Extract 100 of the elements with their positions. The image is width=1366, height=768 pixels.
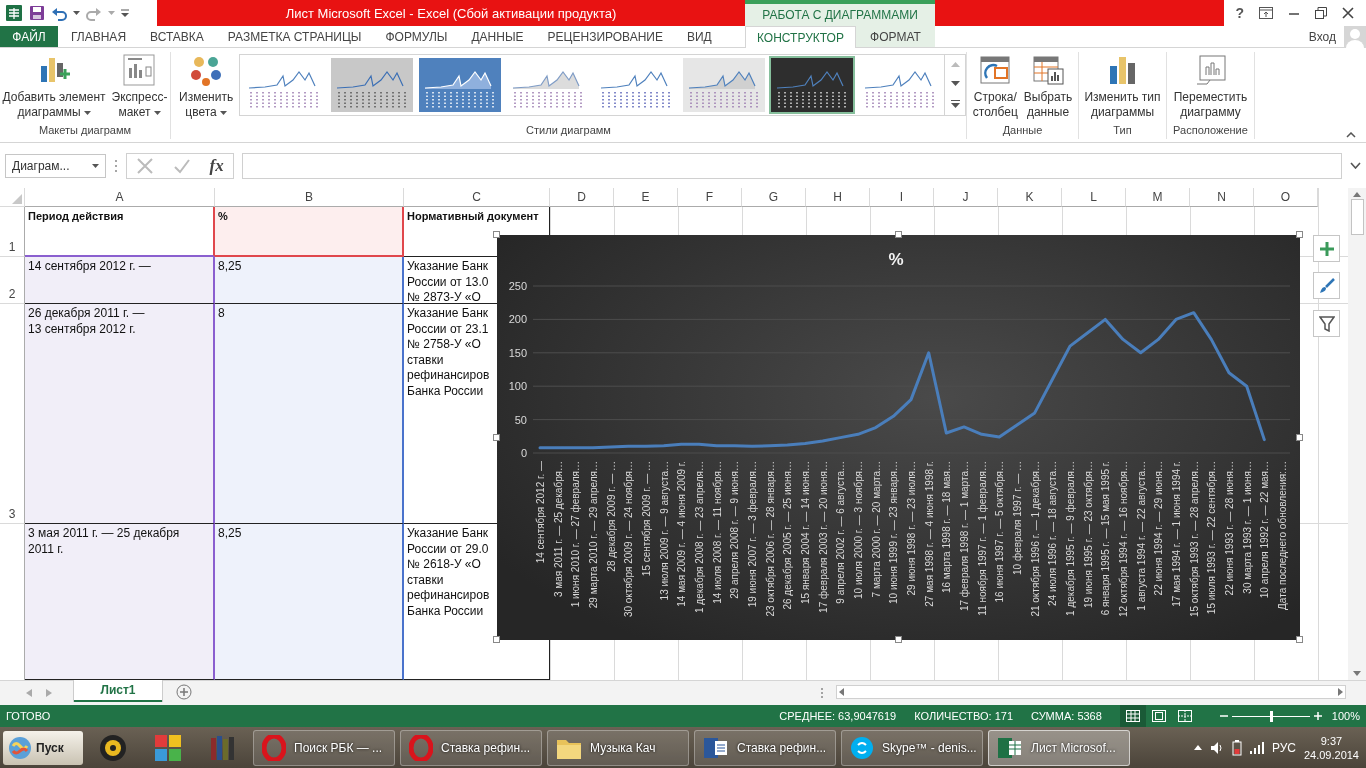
taskbar-button[interactable]: Skype™ - denis...	[841, 729, 983, 766]
name-box[interactable]: Диаграм...	[5, 153, 106, 178]
ribbon-button[interactable]: Добавить элемент диаграммы	[0, 52, 108, 122]
vertical-scrollbar[interactable]	[1348, 188, 1366, 680]
column-header[interactable]: B	[215, 188, 404, 207]
ribbon-tab[interactable]: РЕЦЕНЗИРОВАНИЕ	[536, 26, 674, 47]
column-header[interactable]: H	[806, 188, 870, 207]
scroll-down-icon[interactable]	[1353, 671, 1361, 676]
chart-area[interactable]	[497, 235, 1300, 640]
column-header[interactable]: O	[1254, 188, 1318, 207]
ribbon-button[interactable]: Переместить диаграмму	[1171, 52, 1250, 122]
ribbon-button[interactable]: Изменить тип диаграммы	[1082, 52, 1163, 122]
ribbon-tab[interactable]: ФОРМАТ	[855, 26, 935, 47]
resize-handle[interactable]	[894, 636, 902, 643]
ribbon-tab[interactable]: ГЛАВНАЯ	[60, 26, 138, 47]
column-header[interactable]: J	[934, 188, 998, 207]
show-hidden-icons-icon[interactable]	[1193, 745, 1202, 750]
zoom-out-icon[interactable]	[1219, 712, 1228, 720]
collapse-icon[interactable]	[1346, 132, 1356, 138]
scroll-right-icon[interactable]	[1338, 688, 1343, 696]
column-header[interactable]: I	[870, 188, 934, 207]
axis-label: 10 июля 2000 г. — 3 ноября…	[853, 461, 864, 599]
ribbon-button[interactable]: Строка/ столбец	[970, 52, 1020, 122]
resize-handle[interactable]	[1296, 636, 1303, 643]
add-sheet-icon[interactable]	[176, 684, 192, 700]
sign-in-link[interactable]: Вход	[1308, 29, 1336, 44]
speaker-icon[interactable]	[1209, 740, 1224, 755]
expand-icon[interactable]	[1350, 162, 1361, 169]
ribbon-tab[interactable]: ВСТАВКА	[139, 26, 215, 47]
resize-handle[interactable]	[493, 636, 500, 643]
resize-handle[interactable]	[1296, 231, 1303, 238]
clock-date[interactable]: 24.09.2014	[1303, 747, 1359, 762]
close-icon[interactable]	[1342, 7, 1355, 19]
save-icon[interactable]	[29, 5, 45, 21]
resize-handle[interactable]	[894, 231, 902, 238]
media-player-icon[interactable]	[98, 732, 128, 763]
chart-styles-button[interactable]	[1313, 272, 1340, 299]
axis-label: 14 мая 2009 г. — 4 июня 2009 г.	[676, 461, 688, 607]
chart-style-thumbnail[interactable]	[769, 56, 856, 114]
column-header[interactable]: K	[998, 188, 1062, 207]
taskbar-button[interactable]: Ставка рефин...	[400, 729, 542, 766]
ribbon-tab[interactable]: РАЗМЕТКА СТРАНИЦЫ	[216, 26, 373, 47]
chart-style-thumbnail[interactable]	[417, 56, 504, 114]
column-header[interactable]: F	[678, 188, 742, 207]
taskbar-button[interactable]: Поиск РБК — ...	[253, 729, 395, 766]
spreadsheet-logo-icon[interactable]	[5, 4, 23, 22]
insert-function-button[interactable]: fx	[209, 155, 224, 176]
help-button[interactable]: ?	[1235, 5, 1245, 21]
sheet-tab[interactable]: Лист1	[74, 680, 162, 702]
resize-handle[interactable]	[493, 231, 500, 238]
column-header[interactable]: M	[1126, 188, 1190, 207]
scroll-thumb[interactable]	[1350, 199, 1364, 235]
scroll-left-icon[interactable]	[839, 688, 844, 696]
column-header[interactable]: N	[1190, 188, 1254, 207]
resize-handle[interactable]	[493, 433, 500, 441]
axis-label: 27 мая 1998 г. — 4 июня 1998 г.	[923, 461, 935, 607]
ribbon-tab[interactable]: КОНСТРУКТОР	[745, 26, 856, 48]
zoom-level[interactable]: 100%	[1331, 710, 1360, 722]
axis-label: 17 февраля 2003 г. — 20 июня…	[817, 461, 829, 613]
undo-icon[interactable]	[51, 5, 67, 21]
column-header[interactable]: E	[614, 188, 678, 207]
clock-time[interactable]: 9:37	[1320, 733, 1343, 748]
scroll-up-icon[interactable]	[1353, 192, 1361, 197]
column-header[interactable]: C	[404, 188, 550, 207]
taskbar-button[interactable]: Ставка рефин...	[694, 729, 836, 766]
view-button[interactable]	[1119, 705, 1146, 727]
formula-field[interactable]	[242, 152, 1342, 179]
column-header[interactable]: A	[25, 188, 215, 207]
ribbon-button[interactable]: Экспресс- макет	[109, 52, 170, 122]
ribbon-tab[interactable]: ВИД	[676, 26, 723, 47]
start-button[interactable]: Пуск	[3, 730, 83, 765]
taskbar-button[interactable]: Музыка Кач	[547, 729, 689, 766]
scroll-down-icon[interactable]	[950, 81, 960, 86]
resize-handle[interactable]	[1296, 433, 1303, 441]
chart-style-thumbnail[interactable]	[681, 56, 768, 114]
grid-view-icon	[1125, 710, 1140, 722]
zoom-in-icon[interactable]	[1313, 712, 1322, 720]
ribbon-tab[interactable]: ФОРМУЛЫ	[374, 26, 459, 47]
column-header[interactable]: L	[1062, 188, 1126, 207]
signal-icon[interactable]	[1249, 741, 1264, 754]
more-icon[interactable]	[950, 100, 960, 108]
ribbon-button[interactable]: Выбрать данные	[1021, 52, 1075, 122]
horizontal-scrollbar[interactable]	[836, 685, 1346, 699]
restore-icon[interactable]	[1315, 7, 1328, 19]
column-header[interactable]: G	[742, 188, 806, 207]
chart-style-thumbnail[interactable]	[329, 56, 416, 114]
slider-thumb[interactable]	[1269, 710, 1273, 722]
chat-bubble-icon	[850, 735, 874, 760]
ribbon-tab[interactable]: ДАННЫЕ	[460, 26, 535, 47]
ribbon-button[interactable]: Изменить цвета	[177, 52, 236, 122]
language-indicator[interactable]: РУС	[1271, 740, 1296, 755]
battery-icon[interactable]	[1231, 739, 1242, 756]
column-header[interactable]: D	[550, 188, 614, 207]
chart-elements-button[interactable]	[1313, 235, 1340, 262]
chart-filters-button[interactable]	[1313, 310, 1340, 337]
ribbon-tab[interactable]: ФАЙЛ	[0, 26, 58, 47]
customize-toolbar-icon[interactable]	[121, 9, 129, 17]
ribbon-display-icon[interactable]	[1259, 7, 1274, 19]
puzzle-icon[interactable]	[153, 732, 183, 763]
axis-label: Дата последнего обновления:…	[1277, 461, 1288, 610]
